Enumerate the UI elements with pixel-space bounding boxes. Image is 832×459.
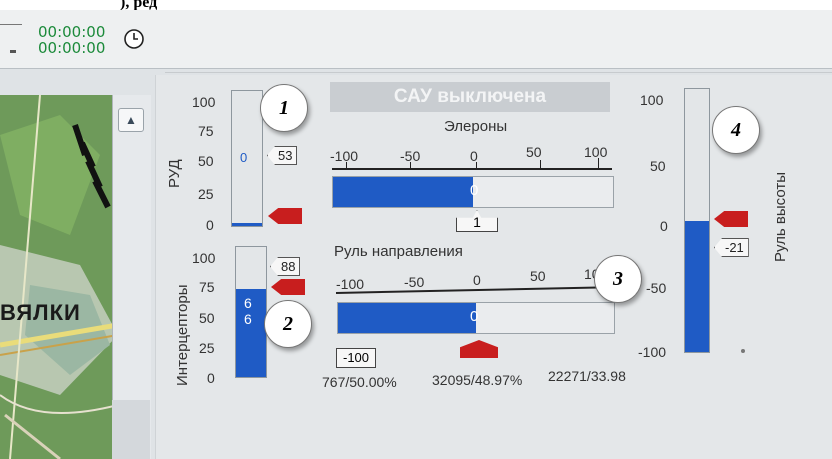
rudder-tick: 0 <box>473 272 481 288</box>
rudder-setpoint-value: -100 <box>342 350 370 365</box>
stat-2: 32095/48.97% <box>432 372 523 388</box>
sau-status-label: САУ выключена <box>330 82 610 112</box>
interceptors-value-1: 6 <box>244 295 252 311</box>
elevator-tick: -100 <box>638 344 667 360</box>
rudder-fill <box>338 303 476 333</box>
interceptors-tick: 100 <box>192 250 216 266</box>
elevator-tick: 0 <box>660 218 668 234</box>
timer-line-1: 00:00:00 <box>38 23 106 41</box>
rud-tick: 100 <box>192 94 216 110</box>
ailerons-axis-tick <box>346 162 347 169</box>
toolbar-divider <box>0 24 22 25</box>
rudder-tick: -50 <box>404 274 425 290</box>
rud-tick: 0 <box>206 217 214 233</box>
stat-3: 22271/33.98 <box>548 368 626 384</box>
ailerons-tick: 100 <box>584 144 608 160</box>
rudder-zero-mark: 0 <box>470 308 479 325</box>
callout-4: 4 <box>712 106 760 154</box>
map-label: ВЯЛКИ <box>0 300 81 325</box>
ailerons-tick: -100 <box>330 148 359 164</box>
stat-1: 767/50.00% <box>322 374 397 390</box>
rudder-label: Руль направления <box>334 243 463 260</box>
panel-dot <box>741 349 745 353</box>
interceptors-tick: 0 <box>207 370 215 386</box>
elevator-tick: -50 <box>646 280 667 296</box>
elevator-label: Руль высоты <box>772 172 789 262</box>
rud-label: РУД <box>166 159 183 188</box>
panel-divider <box>165 72 832 73</box>
rudder-tick: -100 <box>336 276 365 292</box>
interceptors-tick: 50 <box>199 310 215 326</box>
interceptors-value-2: 6 <box>244 311 252 327</box>
ailerons-axis-tick <box>410 162 411 169</box>
chevron-up-icon[interactable]: ▲ <box>118 108 144 132</box>
rudder-setpoint-tag: -100 <box>336 348 376 368</box>
ailerons-axis-tick <box>540 160 541 169</box>
elevator-tick: 50 <box>650 158 666 174</box>
callout-2: 2 <box>264 300 312 348</box>
toolbar-marker <box>10 50 16 53</box>
rud-tick: 25 <box>198 186 214 202</box>
ailerons-axis-tick <box>476 162 477 169</box>
ailerons-axis <box>332 168 612 170</box>
timer-display: 00:00:00 00:00:00 <box>38 24 105 56</box>
interceptors-tick: 75 <box>199 279 215 295</box>
ailerons-zero-mark: 0 <box>470 182 479 199</box>
rudder-tick: 50 <box>530 268 546 284</box>
ailerons-label: Элероны <box>444 118 508 135</box>
rud-tick: 50 <box>198 153 214 169</box>
toolbar: 00:00:00 00:00:00 <box>0 10 832 69</box>
elevator-fill <box>685 220 709 352</box>
rud-tick: 75 <box>198 123 214 139</box>
ailerons-fill <box>333 177 473 207</box>
elevator-tick: 100 <box>640 92 664 108</box>
callout-3: 3 <box>594 255 642 303</box>
map-view[interactable]: ВЯЛКИ <box>0 95 118 459</box>
interceptors-label: Интерцепторы <box>174 284 191 386</box>
ailerons-setpoint-value: 1 <box>473 214 481 230</box>
timer-line-2: 00:00:00 <box>38 39 106 57</box>
callout-1: 1 <box>260 84 308 132</box>
rud-fill <box>232 223 262 226</box>
clock-icon[interactable] <box>123 28 145 50</box>
scroll-thumb[interactable] <box>112 400 150 459</box>
interceptors-tick: 25 <box>199 340 215 356</box>
elevator-gauge <box>684 88 710 353</box>
rud-value: 0 <box>240 150 248 165</box>
ailerons-tick: 50 <box>526 144 542 160</box>
ailerons-axis-tick <box>598 158 599 169</box>
